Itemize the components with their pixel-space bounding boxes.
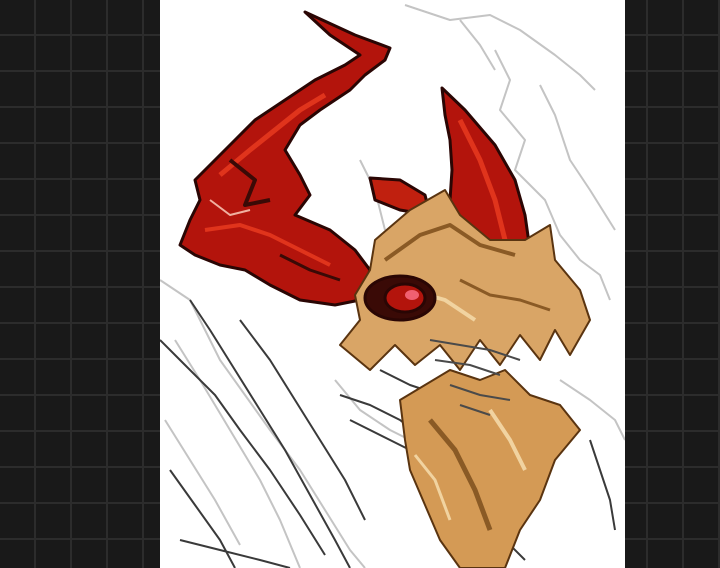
- helmet-eye: [363, 274, 437, 322]
- workspace-grid-background: [0, 0, 720, 568]
- golden-collar: [399, 369, 581, 568]
- left-horn: [178, 10, 392, 307]
- drawing-canvas[interactable]: [160, 0, 625, 568]
- artwork-layer: [160, 4, 625, 568]
